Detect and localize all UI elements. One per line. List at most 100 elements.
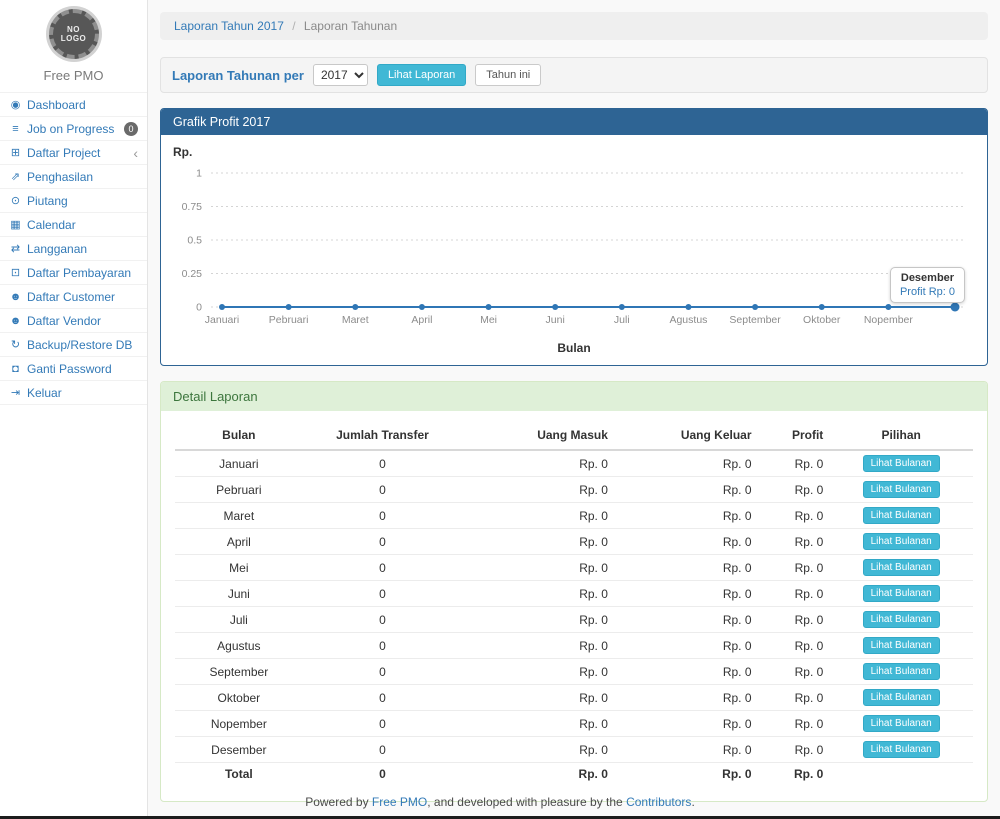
footer-text-prefix: Powered by — [305, 795, 372, 809]
logo-text-line1: NO — [67, 25, 80, 34]
sidebar-item-daftar-vendor[interactable]: ☻Daftar Vendor — [0, 309, 147, 333]
report-table-header-row: BulanJumlah TransferUang MasukUang Kelua… — [175, 421, 973, 450]
view-report-button[interactable]: Lihat Laporan — [377, 64, 466, 86]
backup-restore-icon: ↻ — [9, 338, 22, 351]
money-in-cell: Rp. 0 — [462, 685, 614, 711]
breadcrumb-current: Laporan Tahunan — [304, 19, 397, 33]
view-monthly-button[interactable]: Lihat Bulanan — [863, 455, 940, 472]
lock-icon: ◘ — [9, 363, 22, 375]
svg-text:April: April — [411, 314, 432, 326]
year-select[interactable]: 2017 — [313, 64, 368, 86]
sidebar-item-keluar[interactable]: ⇥Keluar — [0, 381, 147, 405]
sidebar-item-job-on-progress[interactable]: ≡Job on Progress0 — [0, 117, 147, 141]
sidebar-item-ganti-password[interactable]: ◘Ganti Password — [0, 357, 147, 381]
action-cell: Lihat Bulanan — [829, 477, 973, 503]
report-row: Pebruari0Rp. 0Rp. 0Rp. 0Lihat Bulanan — [175, 477, 973, 503]
view-monthly-button[interactable]: Lihat Bulanan — [863, 507, 940, 524]
view-monthly-button[interactable]: Lihat Bulanan — [863, 637, 940, 654]
action-cell: Lihat Bulanan — [829, 711, 973, 737]
report-row: September0Rp. 0Rp. 0Rp. 0Lihat Bulanan — [175, 659, 973, 685]
view-monthly-button[interactable]: Lihat Bulanan — [863, 559, 940, 576]
transfer-count-cell: 0 — [303, 529, 463, 555]
transfer-count-cell: 0 — [303, 581, 463, 607]
transfer-count-cell: 0 — [303, 633, 463, 659]
transfer-count-cell: 0 — [303, 737, 463, 763]
profit-cell: Rp. 0 — [758, 711, 830, 737]
report-row: Maret0Rp. 0Rp. 0Rp. 0Lihat Bulanan — [175, 503, 973, 529]
report-row: Mei0Rp. 0Rp. 0Rp. 0Lihat Bulanan — [175, 555, 973, 581]
svg-text:Oktober: Oktober — [803, 314, 841, 326]
view-monthly-button[interactable]: Lihat Bulanan — [863, 585, 940, 602]
sidebar-item-label: Piutang — [27, 194, 68, 208]
view-monthly-button[interactable]: Lihat Bulanan — [863, 689, 940, 706]
view-monthly-button[interactable]: Lihat Bulanan — [863, 663, 940, 680]
sidebar-menu: ◉ Dashboard ≡Job on Progress0 ⊞ Daftar Proje… — [0, 92, 147, 405]
money-in-cell: Rp. 0 — [462, 503, 614, 529]
month-cell: September — [175, 659, 303, 685]
sidebar-item-label: Langganan — [27, 242, 87, 256]
sidebar-item-label: Daftar Project — [27, 146, 100, 160]
payment-icon: ⊡ — [9, 266, 22, 279]
footer-contributors-link[interactable]: Contributors — [626, 795, 691, 809]
sidebar-item-piutang[interactable]: ⊙Piutang — [0, 189, 147, 213]
chart-panel-body: Rp. 00.250.50.751JanuariPebruariMaretApr… — [161, 135, 987, 365]
sidebar-item-penghasilan[interactable]: ⇗Penghasilan — [0, 165, 147, 189]
this-year-button[interactable]: Tahun ini — [475, 64, 541, 86]
no-logo-icon: NO LOGO — [49, 9, 99, 59]
svg-text:Nopember: Nopember — [864, 314, 914, 326]
breadcrumb: Laporan Tahun 2017 / Laporan Tahunan — [160, 12, 988, 40]
svg-text:Maret: Maret — [342, 314, 369, 326]
footer-brand-link[interactable]: Free PMO — [372, 795, 427, 809]
report-row: Juni0Rp. 0Rp. 0Rp. 0Lihat Bulanan — [175, 581, 973, 607]
money-out-cell: Rp. 0 — [614, 529, 758, 555]
profit-cell: Rp. 0 — [758, 581, 830, 607]
transfer-count-cell: 0 — [303, 607, 463, 633]
brand-name: Free PMO — [0, 68, 147, 83]
sidebar-item-label: Backup/Restore DB — [27, 338, 132, 352]
money-out-cell: Rp. 0 — [614, 450, 758, 477]
month-cell: Agustus — [175, 633, 303, 659]
sidebar-item-label: Keluar — [27, 386, 62, 400]
sidebar-item-dashboard[interactable]: ◉ Dashboard — [0, 93, 147, 117]
sidebar-item-daftar-pembayaran[interactable]: ⊡Daftar Pembayaran — [0, 261, 147, 285]
view-monthly-button[interactable]: Lihat Bulanan — [863, 481, 940, 498]
svg-text:0: 0 — [196, 302, 202, 314]
dashboard-icon: ◉ — [9, 98, 22, 111]
report-table: BulanJumlah TransferUang MasukUang Kelua… — [175, 421, 973, 785]
count-badge: 0 — [124, 122, 138, 136]
money-out-cell: Rp. 0 — [614, 659, 758, 685]
view-monthly-button[interactable]: Lihat Bulanan — [863, 715, 940, 732]
column-header-bulan: Bulan — [175, 421, 303, 450]
view-monthly-button[interactable]: Lihat Bulanan — [863, 741, 940, 758]
footer: Powered by Free PMO, and developed with … — [0, 795, 1000, 809]
view-monthly-button[interactable]: Lihat Bulanan — [863, 533, 940, 550]
sidebar-item-daftar-project[interactable]: ⊞Daftar Project‹ — [0, 141, 147, 165]
profit-cell: Rp. 0 — [758, 529, 830, 555]
table-icon: ⊞ — [9, 146, 22, 159]
sidebar-item-calendar[interactable]: ▦Calendar — [0, 213, 147, 237]
breadcrumb-link[interactable]: Laporan Tahun 2017 — [174, 19, 284, 33]
breadcrumb-separator: / — [292, 19, 295, 33]
report-row: Desember0Rp. 0Rp. 0Rp. 0Lihat Bulanan — [175, 737, 973, 763]
action-cell: Lihat Bulanan — [829, 685, 973, 711]
total-cell: Rp. 0 — [614, 763, 758, 786]
column-header-uang-keluar: Uang Keluar — [614, 421, 758, 450]
sidebar-item-label: Daftar Vendor — [27, 314, 101, 328]
sidebar-item-backup-restore-db[interactable]: ↻ Backup/Restore DB — [0, 333, 147, 357]
profit-cell: Rp. 0 — [758, 737, 830, 763]
view-monthly-button[interactable]: Lihat Bulanan — [863, 611, 940, 628]
logo-text-line2: LOGO — [61, 34, 87, 43]
sidebar-item-daftar-customer[interactable]: ☻Daftar Customer — [0, 285, 147, 309]
svg-text:0.75: 0.75 — [182, 201, 203, 213]
sidebar-item-langganan[interactable]: ⇄Langganan — [0, 237, 147, 261]
column-header-jumlah-transfer: Jumlah Transfer — [303, 421, 463, 450]
transfer-count-cell: 0 — [303, 685, 463, 711]
action-cell: Lihat Bulanan — [829, 607, 973, 633]
action-cell: Lihat Bulanan — [829, 503, 973, 529]
svg-text:Juni: Juni — [546, 314, 565, 326]
profit-chart: 00.250.50.751JanuariPebruariMaretAprilMe… — [171, 161, 977, 339]
chart-panel-title: Grafik Profit 2017 — [161, 109, 987, 135]
profit-cell: Rp. 0 — [758, 607, 830, 633]
money-out-cell: Rp. 0 — [614, 555, 758, 581]
sidebar-item-label: Dashboard — [27, 98, 86, 112]
